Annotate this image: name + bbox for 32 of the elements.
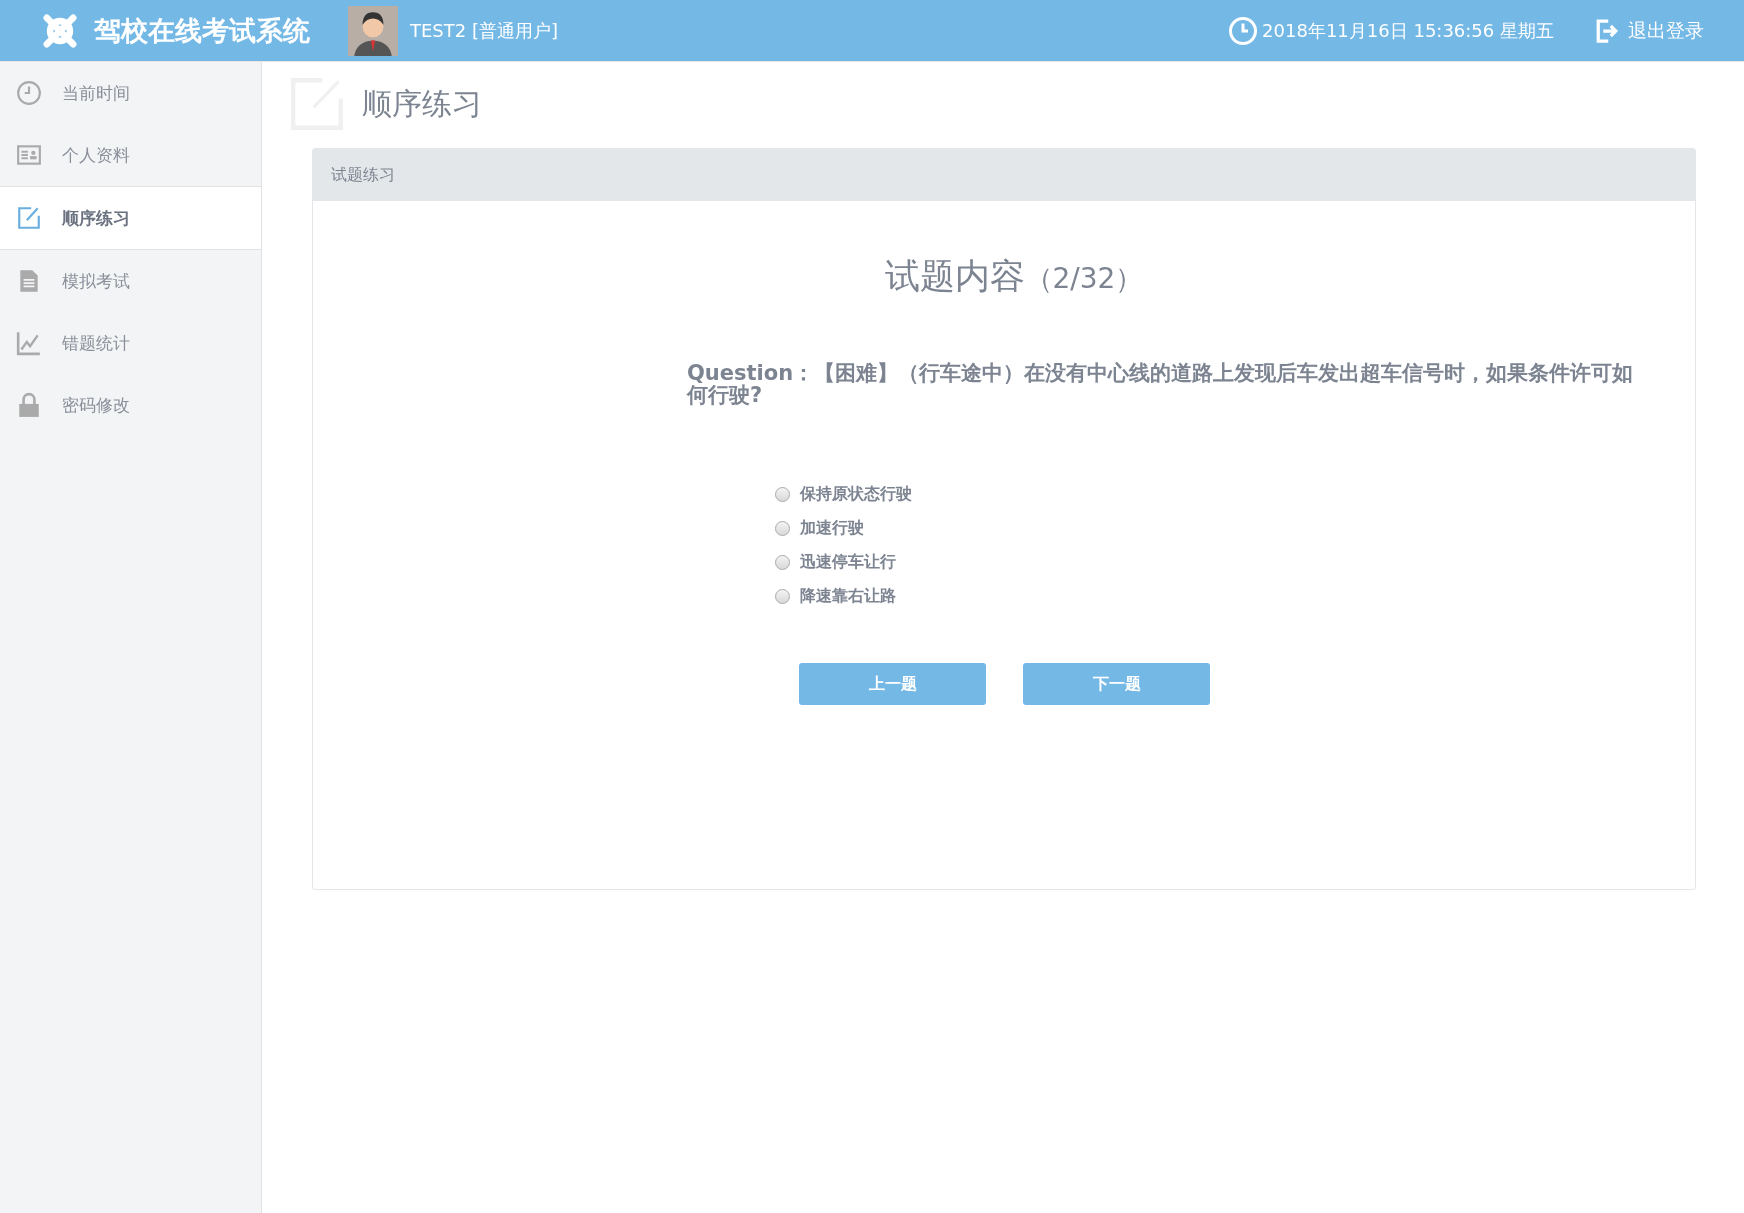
option-label: 保持原状态行驶 — [800, 483, 912, 505]
clock-icon — [1228, 15, 1259, 46]
edit-icon — [16, 205, 42, 231]
id-card-icon — [16, 142, 42, 168]
previous-button[interactable]: 上一题 — [799, 663, 986, 706]
clock-icon — [16, 80, 42, 106]
line-chart-icon — [16, 330, 42, 356]
option-label: 迅速停车让行 — [800, 551, 896, 573]
panel-heading: 试题练习 — [313, 149, 1695, 201]
datetime-text: 2018年11月16日 15:36:56 星期五 — [1262, 18, 1554, 43]
sidebar-item[interactable]: 个人资料 — [0, 124, 261, 186]
sidebar-item[interactable]: 模拟考试 — [0, 250, 261, 312]
radio-button[interactable] — [775, 520, 790, 536]
question-counter: （2/32） — [1024, 262, 1144, 295]
sidebar-item[interactable]: 密码修改 — [0, 374, 261, 436]
lock-icon — [16, 392, 42, 418]
question-title: 试题内容 — [884, 256, 1025, 296]
radio-button[interactable] — [775, 554, 790, 570]
sidebar-item[interactable]: 顺序练习 — [0, 186, 261, 250]
radio-button[interactable] — [775, 486, 790, 502]
option-label: 降速靠右让路 — [800, 585, 896, 607]
sidebar-item[interactable]: 当前时间 — [0, 62, 261, 124]
app-title: 驾校在线考试系统 — [94, 13, 310, 48]
page-title: 顺序练习 — [362, 84, 482, 123]
radio-button[interactable] — [775, 588, 790, 604]
user-name: TEST2 [普通用户] — [410, 18, 558, 43]
sidebar-item[interactable]: 错题统计 — [0, 312, 261, 374]
next-button[interactable]: 下一题 — [1023, 663, 1210, 706]
logout-link[interactable]: 退出登录 — [1592, 15, 1704, 46]
option-label: 加速行驶 — [800, 517, 864, 539]
avatar-icon — [348, 5, 398, 56]
question-text: Question：【困难】（行车途中）在没有中心线的道路上发现后车发出超车信号时，如果条件许可如何行驶? — [687, 362, 1635, 407]
